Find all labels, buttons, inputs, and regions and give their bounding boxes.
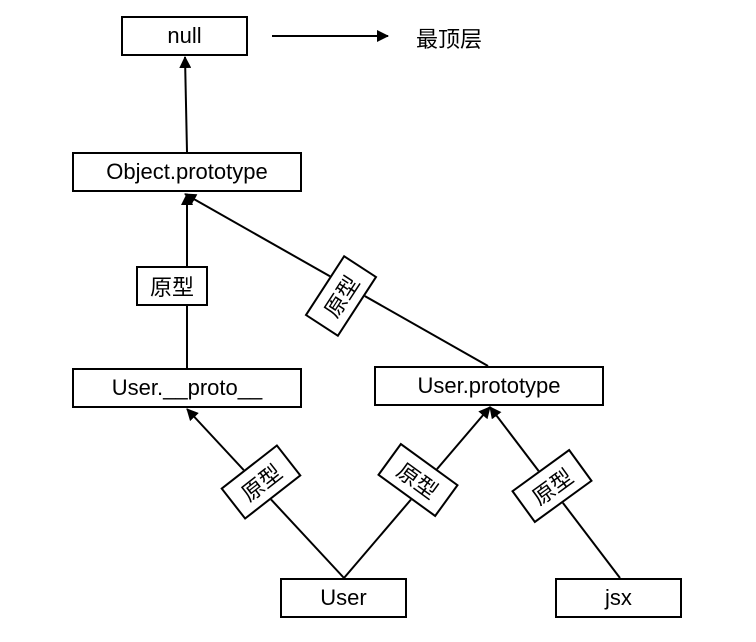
arrow-object-prototype-to-null bbox=[179, 56, 192, 153]
edge-label-user-proto-object: 原型 bbox=[136, 266, 208, 306]
node-user-proto: User.__proto__ bbox=[72, 368, 302, 408]
node-object-prototype: Object.prototype bbox=[72, 152, 302, 192]
node-jsx: jsx bbox=[555, 578, 682, 618]
top-level-label: 最顶层 bbox=[416, 28, 483, 53]
connector-layer bbox=[179, 30, 621, 579]
prototype-chain-diagram: null 最顶层 Object.prototype User.__proto__… bbox=[0, 0, 756, 642]
node-user: User bbox=[280, 578, 407, 618]
node-user-prototype: User.prototype bbox=[374, 366, 604, 406]
node-null: null bbox=[121, 16, 248, 56]
